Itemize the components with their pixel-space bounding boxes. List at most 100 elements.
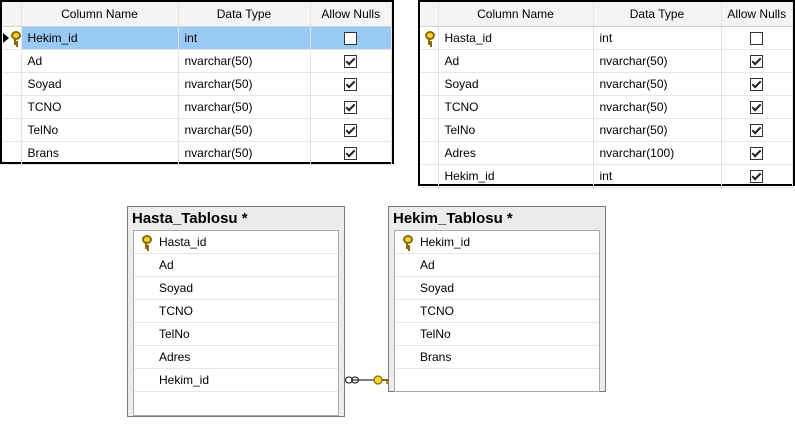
diagram-column-name: TelNo xyxy=(420,327,451,341)
diagram-column-row[interactable]: TelNo xyxy=(134,323,338,346)
data-type-cell[interactable]: nvarchar(50) xyxy=(178,118,311,142)
diagram-column-row[interactable]: Hekim_id xyxy=(395,231,599,254)
diagram-column-name: Hekim_id xyxy=(420,235,471,249)
column-row[interactable]: Soyad nvarchar(50) xyxy=(420,72,793,96)
row-selector[interactable] xyxy=(2,26,22,50)
diagram-column-row[interactable]: Adres xyxy=(134,346,338,369)
diagram-column-name: Soyad xyxy=(159,281,194,295)
column-name-cell[interactable]: Hekim_id xyxy=(438,164,594,188)
column-name-header[interactable]: Column Name xyxy=(21,2,179,27)
column-row[interactable]: TelNo nvarchar(50) xyxy=(420,118,793,142)
allow-nulls-cell xyxy=(721,49,793,73)
row-selector[interactable] xyxy=(2,72,22,96)
allow-nulls-cell xyxy=(721,26,793,50)
column-name-cell[interactable]: TelNo xyxy=(438,118,594,142)
allow-nulls-cell xyxy=(721,95,793,119)
allow-nulls-header[interactable]: Allow Nulls xyxy=(310,2,392,27)
column-name-cell[interactable]: Hekim_id xyxy=(21,26,179,50)
data-type-cell[interactable]: int xyxy=(178,26,311,50)
row-selector[interactable] xyxy=(2,118,22,142)
hekim-table-title[interactable]: Hekim_Tablosu * xyxy=(389,207,605,228)
allow-nulls-checkbox[interactable] xyxy=(750,55,764,69)
row-selector[interactable] xyxy=(420,164,439,188)
row-selector[interactable] xyxy=(420,118,439,142)
allow-nulls-checkbox[interactable] xyxy=(344,147,358,161)
allow-nulls-checkbox[interactable] xyxy=(344,55,358,69)
allow-nulls-checkbox[interactable] xyxy=(750,170,764,184)
column-name-cell[interactable]: Soyad xyxy=(21,72,179,96)
diagram-column-row[interactable]: Ad xyxy=(134,254,338,277)
diagram-column-row[interactable]: Hasta_id xyxy=(134,231,338,254)
row-selector[interactable] xyxy=(420,49,439,73)
diagram-column-row[interactable]: Hekim_id xyxy=(134,369,338,392)
column-row[interactable]: Adres nvarchar(100) xyxy=(420,141,793,165)
row-selector[interactable] xyxy=(420,95,439,119)
allow-nulls-header[interactable]: Allow Nulls xyxy=(721,2,793,27)
row-selector-header xyxy=(2,2,22,27)
column-row[interactable]: TCNO nvarchar(50) xyxy=(2,95,392,119)
row-selector[interactable] xyxy=(2,49,22,73)
data-type-cell[interactable]: nvarchar(50) xyxy=(593,72,722,96)
column-row[interactable]: Soyad nvarchar(50) xyxy=(2,72,392,96)
data-type-cell[interactable]: nvarchar(100) xyxy=(593,141,722,165)
relationship-connector-icon[interactable] xyxy=(343,370,391,390)
diagram-column-row[interactable]: TelNo xyxy=(395,323,599,346)
column-name-header[interactable]: Column Name xyxy=(438,2,594,27)
data-type-cell[interactable]: int xyxy=(593,26,722,50)
column-name-cell[interactable]: TCNO xyxy=(438,95,594,119)
diagram-column-name: Hekim_id xyxy=(159,373,210,387)
column-name-cell[interactable]: Adres xyxy=(438,141,594,165)
allow-nulls-checkbox[interactable] xyxy=(344,32,358,46)
hasta-table-title[interactable]: Hasta_Tablosu * xyxy=(128,207,344,228)
hekim-table-diagram[interactable]: Hekim_Tablosu * Hekim_id Ad Soyad TCNO TelNo… xyxy=(388,206,606,392)
data-type-header[interactable]: Data Type xyxy=(178,2,311,27)
data-type-cell[interactable]: nvarchar(50) xyxy=(593,95,722,119)
column-name-cell[interactable]: Brans xyxy=(21,141,179,165)
column-name-cell[interactable]: TCNO xyxy=(21,95,179,119)
column-row[interactable]: Ad nvarchar(50) xyxy=(2,49,392,73)
column-name-cell[interactable]: Ad xyxy=(21,49,179,73)
row-selector-header xyxy=(420,2,439,27)
column-row[interactable]: Ad nvarchar(50) xyxy=(420,49,793,73)
allow-nulls-cell xyxy=(310,72,392,96)
allow-nulls-checkbox[interactable] xyxy=(750,78,764,92)
column-row[interactable]: Hekim_id int xyxy=(420,164,793,188)
allow-nulls-checkbox[interactable] xyxy=(750,124,764,138)
data-type-cell[interactable]: int xyxy=(593,164,722,188)
column-name-cell[interactable]: Ad xyxy=(438,49,594,73)
column-name-cell[interactable]: Hasta_id xyxy=(438,26,594,50)
diagram-column-row[interactable]: TCNO xyxy=(395,300,599,323)
allow-nulls-checkbox[interactable] xyxy=(750,32,764,46)
allow-nulls-checkbox[interactable] xyxy=(344,78,358,92)
diagram-column-row[interactable]: Brans xyxy=(395,346,599,369)
data-type-cell[interactable]: nvarchar(50) xyxy=(178,49,311,73)
row-selector[interactable] xyxy=(420,26,439,50)
diagram-column-row[interactable]: Ad xyxy=(395,254,599,277)
column-row[interactable]: Hasta_id int xyxy=(420,26,793,50)
allow-nulls-checkbox[interactable] xyxy=(750,101,764,115)
allow-nulls-checkbox[interactable] xyxy=(750,147,764,161)
row-selector[interactable] xyxy=(420,72,439,96)
data-type-cell[interactable]: nvarchar(50) xyxy=(593,118,722,142)
allow-nulls-checkbox[interactable] xyxy=(344,124,358,138)
data-type-cell[interactable]: nvarchar(50) xyxy=(593,49,722,73)
column-row[interactable]: Hekim_id int xyxy=(2,26,392,50)
column-name-cell[interactable]: Soyad xyxy=(438,72,594,96)
data-type-cell[interactable]: nvarchar(50) xyxy=(178,95,311,119)
data-type-header[interactable]: Data Type xyxy=(593,2,722,27)
column-name-cell[interactable]: TelNo xyxy=(21,118,179,142)
diagram-column-row[interactable]: TCNO xyxy=(134,300,338,323)
data-type-cell[interactable]: nvarchar(50) xyxy=(178,141,311,165)
hasta-table-diagram[interactable]: Hasta_Tablosu * Hasta_id Ad Soyad TCNO TelNo… xyxy=(127,206,345,417)
allow-nulls-checkbox[interactable] xyxy=(344,101,358,115)
row-selector[interactable] xyxy=(2,141,22,165)
diagram-column-row[interactable]: Soyad xyxy=(395,277,599,300)
allow-nulls-cell xyxy=(310,95,392,119)
column-row[interactable]: TCNO nvarchar(50) xyxy=(420,95,793,119)
column-row[interactable]: TelNo nvarchar(50) xyxy=(2,118,392,142)
row-selector[interactable] xyxy=(2,95,22,119)
row-selector[interactable] xyxy=(420,141,439,165)
diagram-column-row[interactable]: Soyad xyxy=(134,277,338,300)
column-row[interactable]: Brans nvarchar(50) xyxy=(2,141,392,165)
data-type-cell[interactable]: nvarchar(50) xyxy=(178,72,311,96)
